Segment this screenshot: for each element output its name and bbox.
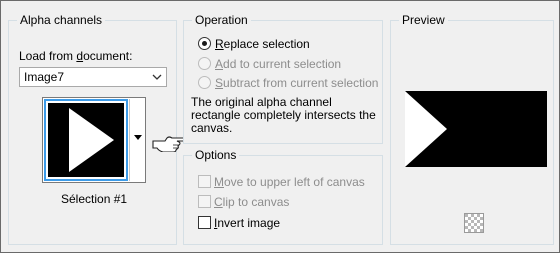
document-select[interactable]: Image7 bbox=[19, 67, 167, 87]
operation-info-text: The original alpha channel rectangle com… bbox=[191, 95, 376, 135]
replace-selection-radio[interactable] bbox=[198, 37, 211, 50]
invert-image-label[interactable]: Invert image bbox=[214, 216, 280, 230]
operation-title: Operation bbox=[192, 13, 251, 27]
channel-thumbnail-image bbox=[48, 103, 124, 177]
replace-selection-label[interactable]: Replace selection bbox=[215, 37, 310, 51]
preview-image bbox=[405, 91, 547, 167]
move-to-upper-left-checkbox[interactable] bbox=[198, 175, 211, 188]
preview-title: Preview bbox=[399, 13, 448, 27]
alpha-channel-thumbnail-button[interactable] bbox=[42, 97, 146, 183]
subtract-from-selection-label[interactable]: Subtract from current selection bbox=[215, 76, 378, 90]
radio-selected-dot bbox=[202, 41, 207, 46]
load-from-document-label: Load from document: bbox=[19, 49, 133, 63]
selection-name-label: Sélection #1 bbox=[61, 192, 128, 206]
triangle-down-icon[interactable] bbox=[134, 135, 142, 141]
move-to-upper-left-label[interactable]: Move to upper left of canvas bbox=[214, 175, 365, 189]
document-select-value: Image7 bbox=[24, 70, 65, 84]
thumbnail-split-divider bbox=[129, 99, 130, 181]
selected-channel-frame bbox=[44, 99, 128, 181]
chevron-down-icon bbox=[152, 74, 162, 80]
clip-to-canvas-label[interactable]: Clip to canvas bbox=[214, 195, 289, 209]
alpha-channels-dialog: Alpha channels Load from document: Image… bbox=[0, 0, 560, 253]
subtract-from-selection-radio[interactable] bbox=[198, 76, 211, 89]
add-to-selection-label[interactable]: Add to current selection bbox=[215, 57, 341, 71]
alpha-channels-title: Alpha channels bbox=[17, 13, 106, 27]
checker-pattern bbox=[465, 214, 483, 232]
add-to-selection-radio[interactable] bbox=[198, 57, 211, 70]
invert-image-checkbox[interactable] bbox=[198, 216, 211, 229]
options-title: Options bbox=[192, 148, 240, 162]
clip-to-canvas-checkbox[interactable] bbox=[198, 195, 211, 208]
transparency-checker-icon[interactable] bbox=[464, 213, 484, 233]
